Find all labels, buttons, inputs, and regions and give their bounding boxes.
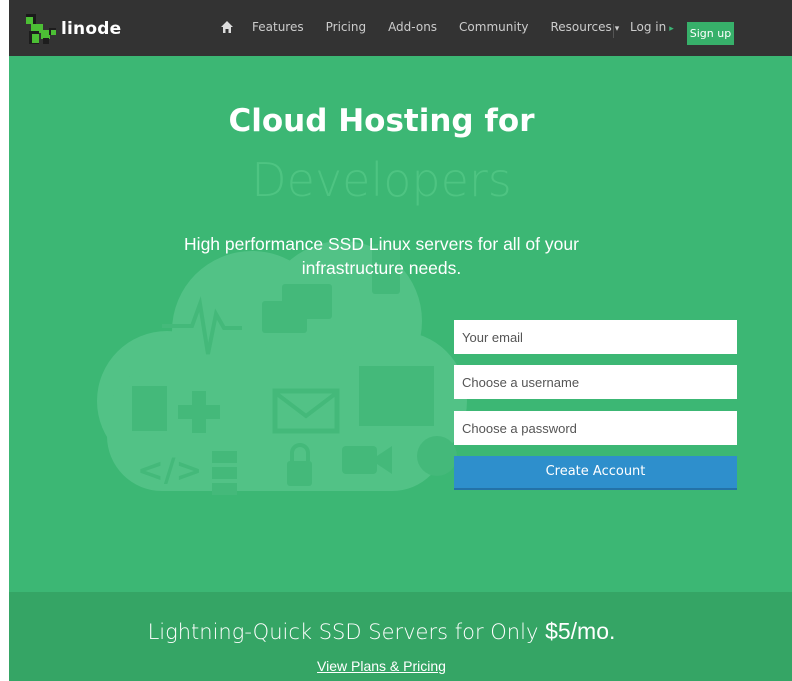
signup-button[interactable]: Sign up [687,22,734,45]
nav-community[interactable]: Community [459,20,528,34]
linode-cubes-icon [26,14,56,44]
main-nav: Features Pricing Add-ons Community Resou… [220,20,641,34]
arrow-right-icon: ▸ [669,24,674,34]
create-account-button[interactable]: Create Account [454,456,737,490]
hero-subtitle: High performance SSD Linux servers for a… [184,234,579,278]
caret-down-icon: ▾ [614,24,620,34]
top-navbar: linode Features Pricing Add-ons Communit… [9,0,792,56]
username-field[interactable] [454,365,737,399]
nav-resources-label: Resources [550,20,612,34]
hero-rotating-word: Developers [251,153,512,207]
page: linode Features Pricing Add-ons Communit… [9,0,792,681]
nav-pricing[interactable]: Pricing [326,20,366,34]
home-icon[interactable] [220,20,234,34]
pricing-headline-text: Lightning-Quick SSD Servers for Only [147,620,539,644]
pricing-amount: $5/mo. [545,618,616,644]
login-link[interactable]: Log in ▸ [630,20,674,34]
nav-divider [613,24,614,38]
svg-text:</>: </> [137,451,202,489]
hero-section: </> Cloud Hosting for Developers High pe… [9,56,792,592]
nav-features[interactable]: Features [252,20,304,34]
hero-title: Cloud Hosting for [228,103,535,139]
password-field[interactable] [454,411,737,445]
nav-add-ons[interactable]: Add-ons [388,20,437,34]
view-plans-link[interactable]: View Plans & Pricing [9,658,754,674]
login-label: Log in [630,20,667,34]
pricing-banner: Lightning-Quick SSD Servers for Only $5/… [9,592,792,681]
cloud-illustration: </> [97,241,467,495]
email-field[interactable] [454,320,737,354]
nav-resources[interactable]: Resources ▾ [551,20,620,34]
brand-name: linode [61,19,122,39]
linode-logo[interactable]: linode [23,13,121,45]
pricing-headline: Lightning-Quick SSD Servers for Only $5/… [9,618,754,645]
